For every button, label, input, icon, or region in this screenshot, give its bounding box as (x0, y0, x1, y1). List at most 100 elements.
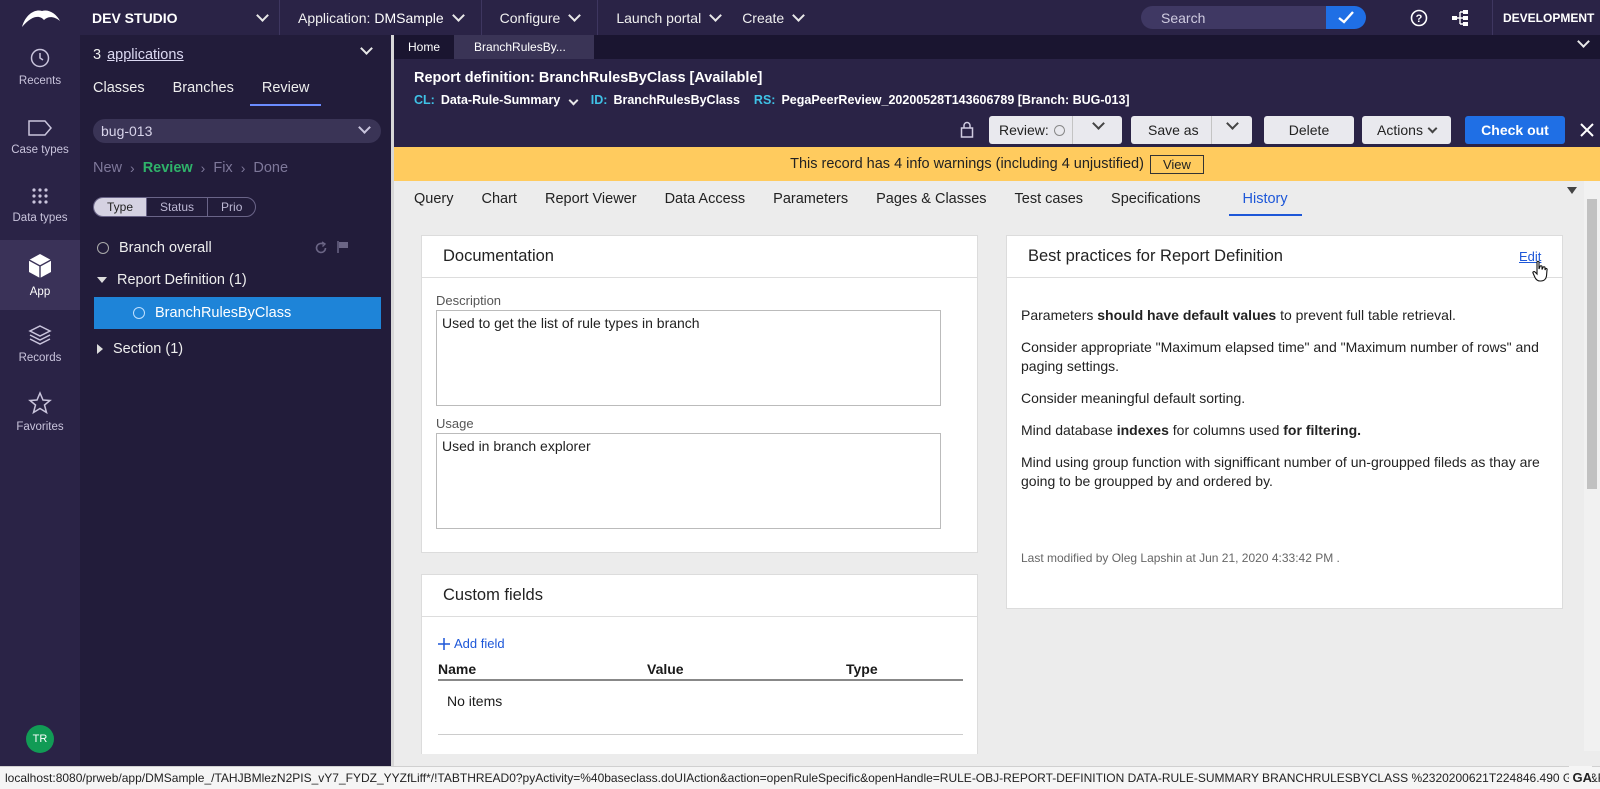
tab-parameters[interactable]: Parameters (773, 191, 848, 207)
chevron-down-icon[interactable] (1577, 35, 1590, 48)
actions-label: Actions (1377, 122, 1423, 138)
status-circle-icon (133, 307, 145, 319)
view-warnings-button[interactable]: View (1149, 154, 1204, 174)
review-status-button[interactable]: Review: (989, 116, 1122, 144)
caret-down-icon (97, 277, 107, 283)
rule-tabs: Query Chart Report Viewer Data Access Pa… (394, 181, 1584, 217)
segment-status[interactable]: Status (147, 198, 209, 216)
segment-prio[interactable]: Prio (208, 198, 255, 216)
tree-label: Report Definition (1) (117, 272, 247, 288)
tab-review[interactable]: Review (249, 80, 322, 106)
app-count: 3 (93, 47, 102, 63)
application-menu[interactable]: Application: DMSample (280, 0, 482, 35)
tab-home[interactable]: Home (394, 35, 455, 59)
tab-specifications[interactable]: Specifications (1111, 191, 1200, 207)
meta-rs: RS: PegaPeerReview_20200528T143606789 [Br… (754, 93, 1130, 107)
status-bar-right: GA (1568, 766, 1592, 789)
rail-item-favorites[interactable]: Favorites (0, 380, 80, 444)
pega-logo[interactable] (0, 0, 80, 35)
case-type-icon (28, 120, 52, 136)
tree-section[interactable]: Section (1) (93, 333, 381, 365)
search-submit-button[interactable] (1326, 6, 1366, 29)
meta-id: ID: BranchRulesByClass (591, 93, 740, 107)
refresh-icon[interactable] (314, 241, 328, 255)
chevron-down-icon[interactable] (1226, 117, 1239, 130)
rail-item-app[interactable]: App (0, 240, 80, 310)
tree-report-definition[interactable]: Report Definition (1) (93, 264, 381, 296)
chevron-down-icon (709, 8, 723, 22)
best-practices-title: Best practices for Report Definition (1007, 236, 1562, 278)
meta-value: PegaPeerReview_20200528T143606789 [Branc… (781, 93, 1130, 107)
description-label: Description (436, 293, 502, 308)
actions-button[interactable]: Actions (1362, 116, 1451, 144)
grid-dots-icon (32, 188, 48, 204)
chevron-down-icon[interactable] (568, 95, 579, 106)
stage-new: New (93, 160, 123, 176)
tree-branch-rules-by-class[interactable]: BranchRulesByClass (94, 297, 381, 329)
create-menu[interactable]: Create (738, 0, 821, 35)
tree-branch-overall[interactable]: Branch overall (93, 232, 381, 264)
delete-button[interactable]: Delete (1264, 116, 1354, 144)
description-field[interactable]: Used to get the list of rule types in br… (436, 310, 941, 406)
tab-data-access[interactable]: Data Access (665, 191, 746, 207)
tree-label: Branch overall (119, 240, 212, 256)
search-input[interactable]: Search (1141, 6, 1353, 29)
avatar[interactable]: TR (26, 725, 54, 753)
check-icon (1338, 11, 1354, 24)
column-type[interactable]: Type (846, 661, 878, 677)
star-icon (28, 391, 52, 415)
warning-text: This record has 4 info warnings (includi… (790, 156, 1144, 172)
lock-icon (960, 121, 974, 138)
rail-item-data-types[interactable]: Data types (0, 173, 80, 237)
segment-type[interactable]: Type (94, 198, 148, 216)
chevron-right-icon: › (130, 160, 135, 176)
column-value[interactable]: Value (647, 661, 684, 677)
meta-class: CL: Data-Rule-Summary (414, 93, 579, 107)
help-icon[interactable]: ? (1409, 8, 1429, 28)
studio-switcher[interactable]: DEV STUDIO (80, 0, 280, 35)
column-name[interactable]: Name (438, 661, 476, 677)
chevron-down-icon[interactable] (1092, 117, 1105, 130)
rail-item-records[interactable]: Records (0, 312, 80, 376)
rail-item-case-types[interactable]: Case types (0, 105, 80, 169)
usage-field[interactable]: Used in branch explorer (436, 433, 941, 529)
flag-icon[interactable] (336, 240, 350, 254)
save-as-button[interactable]: Save as (1131, 116, 1252, 144)
tabs-overflow-icon[interactable] (1567, 187, 1577, 194)
tab-chart[interactable]: Chart (482, 191, 517, 207)
launch-portal-menu[interactable]: Launch portal (598, 0, 738, 35)
warning-banner: This record has 4 info warnings (includi… (394, 147, 1600, 181)
group-by-toggle: Type Status Prio (93, 197, 257, 217)
tab-branch-rules[interactable]: BranchRulesBy... (454, 35, 594, 59)
chevron-down-icon[interactable] (360, 42, 373, 55)
tab-test-cases[interactable]: Test cases (1015, 191, 1084, 207)
rail-item-recents[interactable]: Recents (0, 35, 80, 99)
main-scrollbar[interactable] (1584, 181, 1600, 751)
hierarchy-icon[interactable] (1450, 8, 1470, 28)
meta-value: BranchRulesByClass (613, 93, 740, 107)
empty-message: No items (447, 693, 503, 709)
best-practices-card: Best practices for Report Definition Edi… (1006, 235, 1563, 609)
tab-pages-classes[interactable]: Pages & Classes (876, 191, 986, 207)
tab-report-viewer[interactable]: Report Viewer (545, 191, 637, 207)
check-out-button[interactable]: Check out (1465, 116, 1565, 144)
configure-menu[interactable]: Configure (482, 0, 599, 35)
rail-label: Records (18, 352, 62, 364)
branch-select[interactable]: bug-013 (93, 119, 381, 143)
tab-classes[interactable]: Classes (93, 80, 145, 106)
text: for columns used (1168, 422, 1284, 438)
applications-link[interactable]: applications (107, 47, 184, 63)
practice-item: Parameters should have default values to… (1021, 306, 1551, 325)
plus-icon (438, 637, 450, 650)
stage-review: Review (142, 160, 193, 176)
add-field-label: Add field (454, 636, 505, 651)
tab-history[interactable]: History (1228, 191, 1302, 216)
close-icon[interactable] (1579, 122, 1595, 138)
rail-label: App (29, 286, 51, 298)
add-field-button[interactable]: Add field (438, 636, 505, 651)
scrollbar-thumb[interactable] (1587, 199, 1597, 489)
class-link[interactable]: Data-Rule-Summary (441, 93, 560, 107)
tab-query[interactable]: Query (414, 191, 454, 207)
rail-label: Case types (11, 144, 69, 156)
tab-branches[interactable]: Branches (173, 80, 234, 106)
